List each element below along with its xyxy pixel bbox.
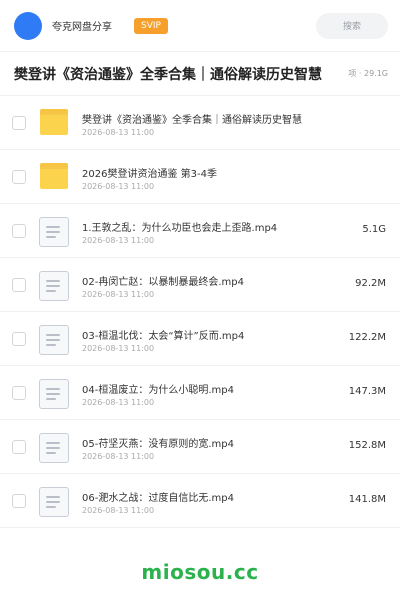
file-name[interactable]: 04-桓温废立：为什么小聪明.mp4 xyxy=(82,381,340,396)
file-name[interactable]: 1.王敦之乱：为什么功臣也会走上歪路.mp4 xyxy=(82,219,340,234)
document-icon xyxy=(38,323,70,355)
share-header: 夸克网盘分享 SVIP 搜索 xyxy=(0,0,400,52)
file-date: 2026-08-13 11:00 xyxy=(82,290,155,299)
file-info: 03-桓温北伐：太会“算计”反而.mp4 2026-08-13 11:00 xyxy=(82,312,340,366)
avatar[interactable] xyxy=(14,11,42,40)
vip-badge: SVIP xyxy=(134,17,168,34)
search-input[interactable]: 搜索 xyxy=(316,12,388,39)
file-name[interactable]: 樊登讲《资治通鉴》全季合集｜通俗解读历史智慧 xyxy=(82,111,340,126)
document-icon xyxy=(38,377,70,409)
file-name[interactable]: 05-苻坚灭燕：没有原则的宽.mp4 xyxy=(82,435,340,450)
file-size: 92.2M xyxy=(355,278,386,289)
file-size: 141.8M xyxy=(348,494,386,505)
list-item[interactable]: 1.王敦之乱：为什么功臣也会走上歪路.mp4 2026-08-13 11:00 5.… xyxy=(0,204,400,258)
list-item[interactable]: 06-淝水之战：过度自信比无.mp4 2026-08-13 11:00 141.8M xyxy=(0,474,400,528)
document-icon xyxy=(38,431,70,463)
file-size: 152.8M xyxy=(348,440,386,451)
file-list: 樊登讲《资治通鉴》全季合集｜通俗解读历史智慧 2026-08-13 11:00 20… xyxy=(0,96,400,528)
file-info: 1.王敦之乱：为什么功臣也会走上歪路.mp4 2026-08-13 11:00 xyxy=(82,204,340,258)
select-checkbox[interactable] xyxy=(12,331,26,346)
file-date: 2026-08-13 11:00 xyxy=(82,236,155,245)
share-meta: 项 · 29.1G xyxy=(348,69,388,78)
list-item[interactable]: 04-桓温废立：为什么小聪明.mp4 2026-08-13 11:00 147.3M xyxy=(0,366,400,420)
select-checkbox[interactable] xyxy=(12,439,26,454)
file-date: 2026-08-13 11:00 xyxy=(82,452,155,461)
file-info: 06-淝水之战：过度自信比无.mp4 2026-08-13 11:00 xyxy=(82,474,340,528)
file-info: 2026樊登讲资治通鉴 第3-4季 2026-08-13 11:00 xyxy=(82,150,340,204)
folder-icon xyxy=(38,161,70,193)
watermark: miosou.cc xyxy=(141,560,259,584)
file-name[interactable]: 03-桓温北伐：太会“算计”反而.mp4 xyxy=(82,327,340,342)
list-item[interactable]: 樊登讲《资治通鉴》全季合集｜通俗解读历史智慧 2026-08-13 11:00 xyxy=(0,96,400,150)
file-name[interactable]: 2026樊登讲资治通鉴 第3-4季 xyxy=(82,165,340,180)
select-checkbox[interactable] xyxy=(12,169,26,184)
folder-icon xyxy=(38,107,70,139)
document-icon xyxy=(38,269,70,301)
list-item[interactable]: 05-苻坚灭燕：没有原则的宽.mp4 2026-08-13 11:00 152.8M xyxy=(0,420,400,474)
file-info: 05-苻坚灭燕：没有原则的宽.mp4 2026-08-13 11:00 xyxy=(82,420,340,474)
file-size: 147.3M xyxy=(348,386,386,397)
file-name[interactable]: 02-冉闵亡赵：以暴制暴最终会.mp4 xyxy=(82,273,340,288)
file-date: 2026-08-13 11:00 xyxy=(82,398,155,407)
select-checkbox[interactable] xyxy=(12,115,26,130)
sharer-name: 夸克网盘分享 xyxy=(52,22,112,33)
file-info: 樊登讲《资治通鉴》全季合集｜通俗解读历史智慧 2026-08-13 11:00 xyxy=(82,96,340,150)
list-item[interactable]: 03-桓温北伐：太会“算计”反而.mp4 2026-08-13 11:00 122.… xyxy=(0,312,400,366)
share-title-bar: 樊登讲《资治通鉴》全季合集｜通俗解读历史智慧 项 · 29.1G xyxy=(0,52,400,96)
file-date: 2026-08-13 11:00 xyxy=(82,128,155,137)
file-size: 122.2M xyxy=(348,332,386,343)
share-title: 樊登讲《资治通鉴》全季合集｜通俗解读历史智慧 xyxy=(14,66,322,83)
list-item[interactable]: 2026樊登讲资治通鉴 第3-4季 2026-08-13 11:00 xyxy=(0,150,400,204)
file-info: 02-冉闵亡赵：以暴制暴最终会.mp4 2026-08-13 11:00 xyxy=(82,258,340,312)
select-checkbox[interactable] xyxy=(12,493,26,508)
file-size: 5.1G xyxy=(362,224,386,235)
file-info: 04-桓温废立：为什么小聪明.mp4 2026-08-13 11:00 xyxy=(82,366,340,420)
document-icon xyxy=(38,485,70,517)
select-checkbox[interactable] xyxy=(12,277,26,292)
file-name[interactable]: 06-淝水之战：过度自信比无.mp4 xyxy=(82,489,340,504)
document-icon xyxy=(38,215,70,247)
list-item[interactable]: 02-冉闵亡赵：以暴制暴最终会.mp4 2026-08-13 11:00 92.2M xyxy=(0,258,400,312)
file-date: 2026-08-13 11:00 xyxy=(82,344,155,353)
file-date: 2026-08-13 11:00 xyxy=(82,182,155,191)
file-date: 2026-08-13 11:00 xyxy=(82,506,155,515)
select-checkbox[interactable] xyxy=(12,385,26,400)
select-checkbox[interactable] xyxy=(12,223,26,238)
